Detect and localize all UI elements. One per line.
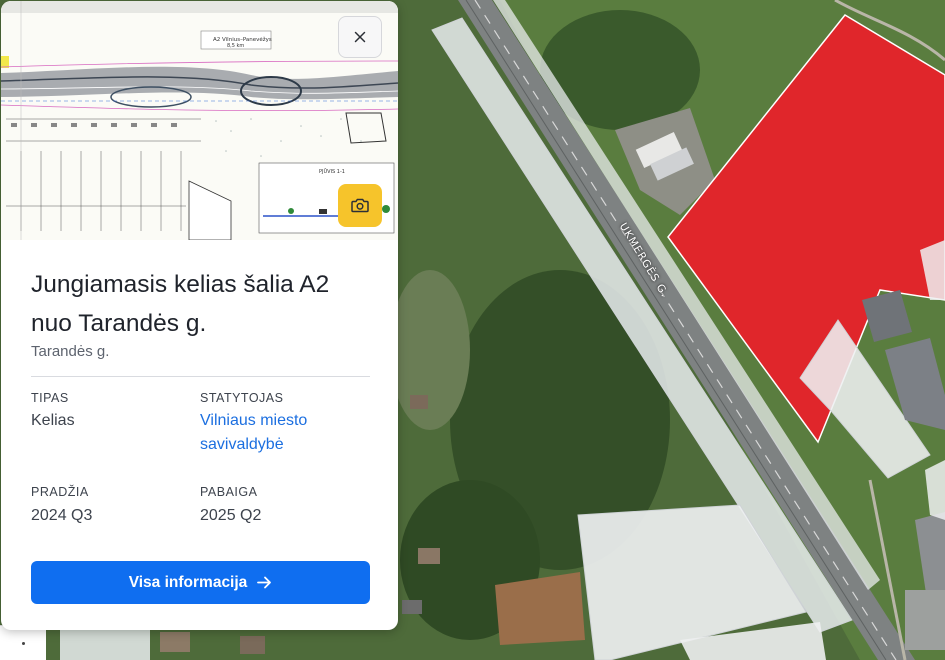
project-title: Jungiamasis kelias šalia A2 nuo Tarandės… [31,271,330,337]
full-info-button[interactable]: Visa informacija [31,561,370,604]
divider [31,376,370,377]
close-icon [354,31,366,43]
builder-link[interactable]: Vilniaus miesto savivaldybė [200,409,350,457]
close-button[interactable] [338,16,382,58]
parcel-corner[interactable] [60,628,150,660]
arrow-right-icon [257,576,272,589]
parking-lot [905,590,945,650]
project-info-card: A2 Vilnius–Panevėžys 8,5 km PJŪVIS 1-1 J… [1,1,398,630]
project-address: Tarandės g. [31,343,110,360]
end-label: PABAIGA [200,485,258,499]
full-info-button-label: Visa informacija [128,573,248,591]
house [160,632,190,652]
end-value: 2025 Q2 [200,507,262,524]
house [418,548,440,564]
house [410,395,428,409]
start-value: 2024 Q3 [31,507,93,524]
house [402,600,422,614]
gallery-button[interactable] [338,184,382,227]
plan-sign-text: 8,5 km [227,43,244,49]
field-area [495,572,585,645]
house [240,636,265,654]
plan-sign-text: A2 Vilnius–Panevėžys [213,36,272,43]
plan-section-label: PJŪVIS 1-1 [319,168,345,175]
type-label: TIPAS [31,391,69,405]
camera-icon [351,198,369,213]
map-control[interactable] [0,625,46,660]
forest-area [540,10,700,130]
start-label: PRADŽIA [31,485,89,499]
builder-label: STATYTOJAS [200,391,284,405]
clearing-area [390,270,470,430]
dot-icon [21,641,25,645]
type-value: Kelias [31,412,75,429]
project-plan-image[interactable]: A2 Vilnius–Panevėžys 8,5 km PJŪVIS 1-1 [1,1,398,240]
